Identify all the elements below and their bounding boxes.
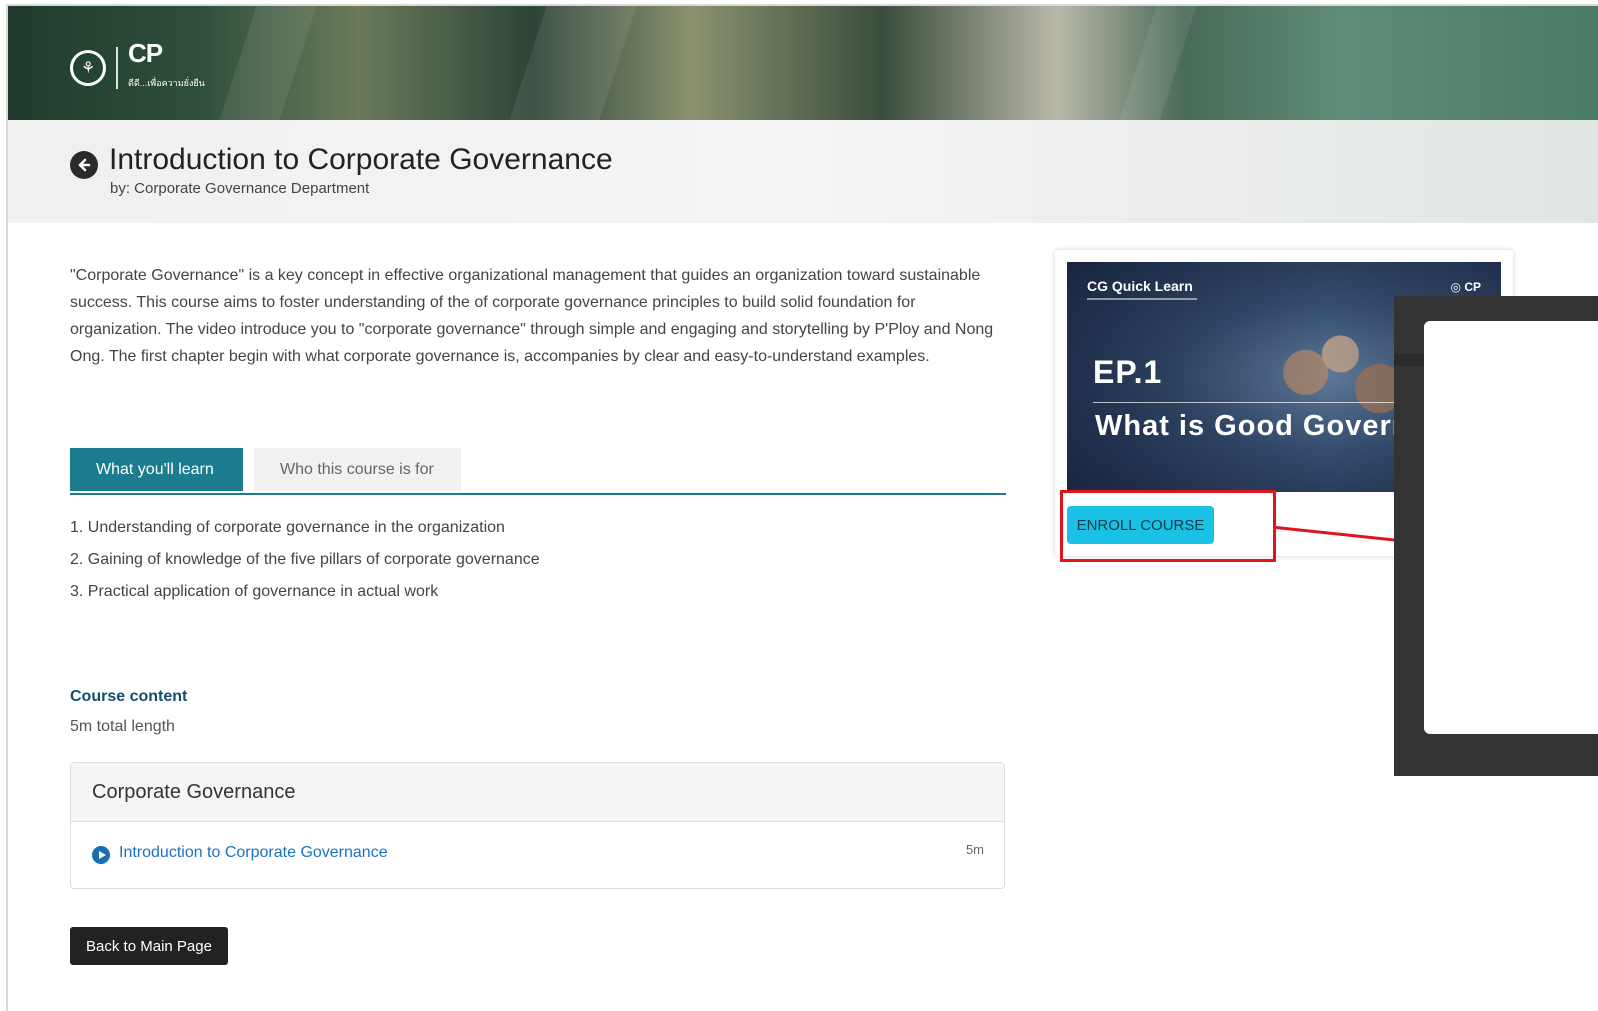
banner-decoration <box>1119 6 1197 120</box>
page-title: Introduction to Corporate Governance <box>109 143 613 176</box>
thumbnail-underline <box>1087 298 1197 300</box>
lesson-row[interactable]: Introduction to Corporate Governance 5m <box>71 822 1004 888</box>
course-total-length: 5m total length <box>70 718 175 735</box>
page: ⚘ CP ดีดี...เพื่อความยั่งยืน Introductio… <box>6 4 1598 1011</box>
tab-what-youll-learn[interactable]: What you'll learn <box>70 448 243 491</box>
brand-logo[interactable]: ⚘ CP ดีดี...เพื่อความยั่งยืน <box>70 40 205 96</box>
lesson-duration: 5m <box>965 842 984 857</box>
section-header[interactable]: Corporate Governance <box>71 763 1004 822</box>
list-item: 2. Gaining of knowledge of the five pill… <box>70 551 540 568</box>
back-arrow-icon[interactable] <box>70 151 98 179</box>
back-to-main-button[interactable]: Back to Main Page <box>70 927 228 965</box>
course-section: Corporate Governance Introduction to Cor… <box>70 762 1005 889</box>
lesson-link[interactable]: Introduction to Corporate Governance <box>119 844 388 862</box>
arrow-left-icon <box>78 158 91 172</box>
course-content-heading: Course content <box>70 688 188 705</box>
banner-decoration <box>509 6 637 120</box>
cp-logo-subtext: ดีดี...เพื่อความยั่งยืน <box>128 78 205 88</box>
banner-decoration <box>219 6 317 120</box>
overlay-panel-bar <box>1394 354 1424 366</box>
annotation-highlight-box <box>1060 490 1276 562</box>
overlay-panel <box>1394 296 1598 776</box>
cp-logo: CP ดีดี...เพื่อความยั่งยืน <box>128 40 205 96</box>
thumbnail-episode: EP.1 <box>1093 354 1163 390</box>
list-item: 1. Understanding of corporate governance… <box>70 519 505 536</box>
logo-divider <box>116 47 118 89</box>
thumbnail-logo-text: CP <box>1464 280 1481 294</box>
thumbnail-logos: ◎ CP <box>1451 280 1482 294</box>
tab-who-this-course-is-for[interactable]: Who this course is for <box>254 448 461 491</box>
learn-list: 1. Understanding of corporate governance… <box>70 512 540 608</box>
course-author: by: Corporate Governance Department <box>110 180 370 197</box>
org-seal-icon: ⚘ <box>70 50 106 86</box>
info-tabs: What you'll learn Who this course is for <box>70 448 1006 495</box>
overlay-panel-content <box>1424 321 1598 734</box>
thumbnail-series: CG Quick Learn <box>1087 278 1193 294</box>
course-description: "Corporate Governance" is a key concept … <box>70 267 994 365</box>
seal-icon: ◎ <box>1450 280 1461 294</box>
header-banner: ⚘ CP ดีดี...เพื่อความยั่งยืน <box>8 6 1598 120</box>
play-icon[interactable] <box>92 846 110 864</box>
cp-logo-text: CP <box>128 38 163 68</box>
list-item: 3. Practical application of governance i… <box>70 583 439 600</box>
